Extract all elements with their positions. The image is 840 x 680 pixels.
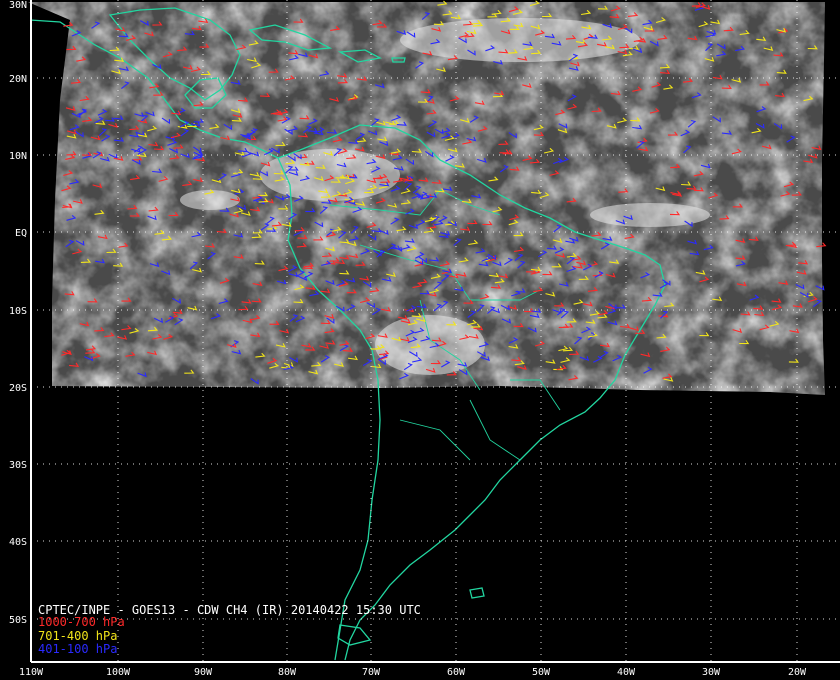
latitude-label: 30S	[9, 460, 27, 471]
longitude-labels: 110W 100W 90W 80W 70W 60W 50W 40W 30W 20W	[19, 667, 807, 678]
latitude-label: 20N	[9, 74, 27, 85]
wind-vector-map: 30N 20N 10N EQ 10S 20S 30S 40S 50S 110W 100W 90W 80…	[9, 0, 840, 678]
legend-mid-level: 701-400 hPa	[38, 629, 118, 643]
satellite-image-swath	[28, 2, 825, 395]
longitude-label: 50W	[532, 667, 551, 678]
latitude-labels: 30N 20N 10N EQ 10S 20S 30S 40S 50S	[9, 0, 27, 626]
map-viewer: 30N 20N 10N EQ 10S 20S 30S 40S 50S 110W 100W 90W 80…	[0, 0, 840, 680]
falklands	[469, 587, 485, 599]
longitude-label: 110W	[19, 667, 44, 678]
latitude-label: 40S	[9, 537, 27, 548]
longitude-label: 30W	[702, 667, 721, 678]
longitude-label: 40W	[617, 667, 636, 678]
latitude-label: 50S	[9, 615, 27, 626]
latitude-label: EQ	[15, 228, 27, 239]
legend-high-level: 401-100 hPa	[38, 642, 118, 656]
tierra-del-fuego	[337, 624, 372, 646]
longitude-label: 60W	[447, 667, 466, 678]
longitude-label: 80W	[278, 667, 297, 678]
longitude-label: 90W	[194, 667, 213, 678]
latitude-label: 20S	[9, 383, 27, 394]
longitude-label: 20W	[788, 667, 807, 678]
latitude-label: 10S	[9, 306, 27, 317]
longitude-label: 70W	[362, 667, 381, 678]
longitude-label: 100W	[106, 667, 131, 678]
latitude-label: 30N	[9, 0, 27, 11]
legend-low-level: 1000-700 hPa	[38, 615, 125, 629]
latitude-label: 10N	[9, 151, 27, 162]
